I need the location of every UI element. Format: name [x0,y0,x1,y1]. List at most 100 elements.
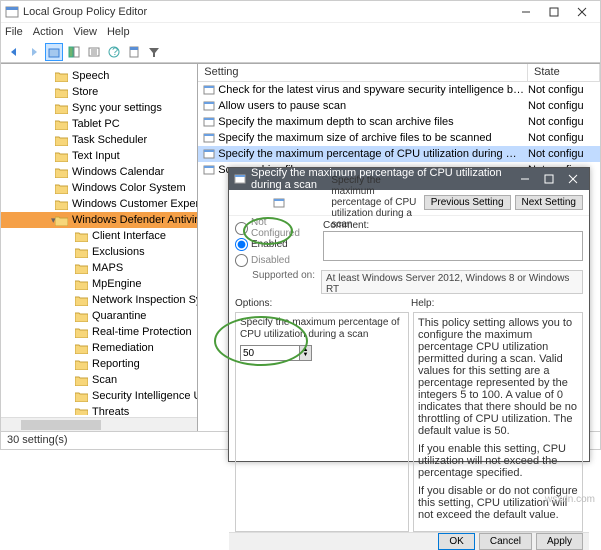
back-button[interactable] [5,43,23,61]
menu-view[interactable]: View [73,26,97,38]
tree-node[interactable]: Windows Color System [1,180,197,196]
dialog-close-button[interactable] [561,170,585,188]
tree-node[interactable]: Client Interface [1,228,197,244]
tree-node[interactable]: MpEngine [1,276,197,292]
radio-enabled-label: Enabled [251,239,288,250]
stepper-spin[interactable]: ▲▼ [300,345,312,361]
close-button[interactable] [568,2,596,22]
folder-icon [75,407,88,416]
supported-label: Supported on: [235,270,315,294]
setting-icon [202,100,216,112]
filter-button[interactable] [145,43,163,61]
tree-node[interactable]: Speech [1,68,197,84]
list-row[interactable]: Check for the latest virus and spyware s… [198,82,600,98]
tree-node[interactable]: Real-time Protection [1,324,197,340]
cancel-button[interactable]: Cancel [479,533,532,550]
next-setting-button[interactable]: Next Setting [515,195,583,210]
help-button[interactable]: ? [105,43,123,61]
list-row[interactable]: Specify the maximum percentage of CPU ut… [198,146,600,162]
properties-button[interactable] [125,43,143,61]
col-state[interactable]: State [528,64,600,81]
radio-group: Not Configured Enabled Disabled [235,220,315,268]
tree-node[interactable]: Network Inspection System [1,292,197,308]
radio-notconfigured-label: Not Configured [251,217,315,239]
folder-icon [75,263,88,274]
folder-icon [55,151,68,162]
tree-node-label: Windows Calendar [72,166,164,178]
previous-setting-button[interactable]: Previous Setting [424,195,511,210]
setting-icon [202,132,216,144]
radio-notconfigured-row[interactable]: Not Configured [235,220,315,236]
setting-icon [202,164,216,176]
tree-scroll-horizontal[interactable] [1,417,197,431]
tree-node-label: Threats [92,406,129,415]
ok-button[interactable]: OK [438,533,474,550]
forward-button[interactable] [25,43,43,61]
collapse-icon[interactable]: ▾ [51,215,56,226]
tree-node[interactable]: Reporting [1,356,197,372]
list-cell-state: Not configu [528,116,600,128]
radio-enabled[interactable] [235,238,248,251]
list-cell-setting: Specify the maximum size of archive file… [218,132,528,144]
tree-node[interactable]: Remediation [1,340,197,356]
tree-node-label: Scan [92,374,117,386]
radio-disabled-row[interactable]: Disabled [235,252,315,268]
folder-icon [55,135,68,146]
tree-node[interactable]: MAPS [1,260,197,276]
tree-node[interactable]: Scan [1,372,197,388]
radio-notconfigured[interactable] [235,222,248,235]
list-row[interactable]: Allow users to pause scanNot configu [198,98,600,114]
tree-node[interactable]: Text Input [1,148,197,164]
setting-dialog: Specify the maximum percentage of CPU ut… [228,167,590,462]
up-button[interactable] [45,43,63,61]
apply-button[interactable]: Apply [536,533,583,550]
tree-node-label: Exclusions [92,246,145,258]
list-row[interactable]: Specify the maximum size of archive file… [198,130,600,146]
radio-disabled[interactable] [235,254,248,267]
show-hide-button[interactable] [65,43,83,61]
folder-icon [55,215,68,226]
tree-node-label: Task Scheduler [72,134,147,146]
tree-node[interactable]: Tablet PC [1,116,197,132]
tree-node-label: Tablet PC [72,118,120,130]
cpu-percent-input[interactable] [240,345,300,361]
tree-node[interactable]: Sync your settings [1,100,197,116]
list-cell-setting: Allow users to pause scan [218,100,528,112]
tree-node[interactable]: Store [1,84,197,100]
col-setting[interactable]: Setting [198,64,528,81]
menu-action[interactable]: Action [33,26,64,38]
dialog-sub-icon [235,196,323,210]
tree-node-label: Remediation [92,342,154,354]
tree-node[interactable]: Windows Customer Experience Imp [1,196,197,212]
options-label: Options: [235,298,411,312]
folder-icon [75,391,88,402]
menu-file[interactable]: File [5,26,23,38]
tree-node[interactable]: Windows Calendar [1,164,197,180]
tree-node-label: Text Input [72,150,120,162]
folder-icon [75,231,88,242]
folder-icon [75,311,88,322]
tree-node[interactable]: Security Intelligence Updates [1,388,197,404]
export-button[interactable] [85,43,103,61]
dialog-maximize-button[interactable] [537,170,561,188]
folder-icon [75,247,88,258]
list-cell-state: Not configu [528,100,600,112]
maximize-button[interactable] [540,2,568,22]
tree-node[interactable]: Threats [1,404,197,415]
folder-icon [55,119,68,130]
tree-node-label: Store [72,86,98,98]
minimize-button[interactable] [512,2,540,22]
menu-help[interactable]: Help [107,26,130,38]
cpu-percent-stepper[interactable]: ▲▼ [240,345,404,361]
folder-icon [55,183,68,194]
help-label: Help: [411,298,434,312]
comment-input[interactable] [323,231,583,261]
tree-node[interactable]: ▾Windows Defender Antivirus [1,212,197,228]
tree-node[interactable]: Quarantine [1,308,197,324]
dialog-minimize-button[interactable] [513,170,537,188]
dialog-icon [233,172,247,186]
list-row[interactable]: Specify the maximum depth to scan archiv… [198,114,600,130]
tree-node[interactable]: Task Scheduler [1,132,197,148]
tree-node[interactable]: Exclusions [1,244,197,260]
tree-pane[interactable]: Speech Store Sync your settings Tablet PC Ta… [1,64,198,431]
